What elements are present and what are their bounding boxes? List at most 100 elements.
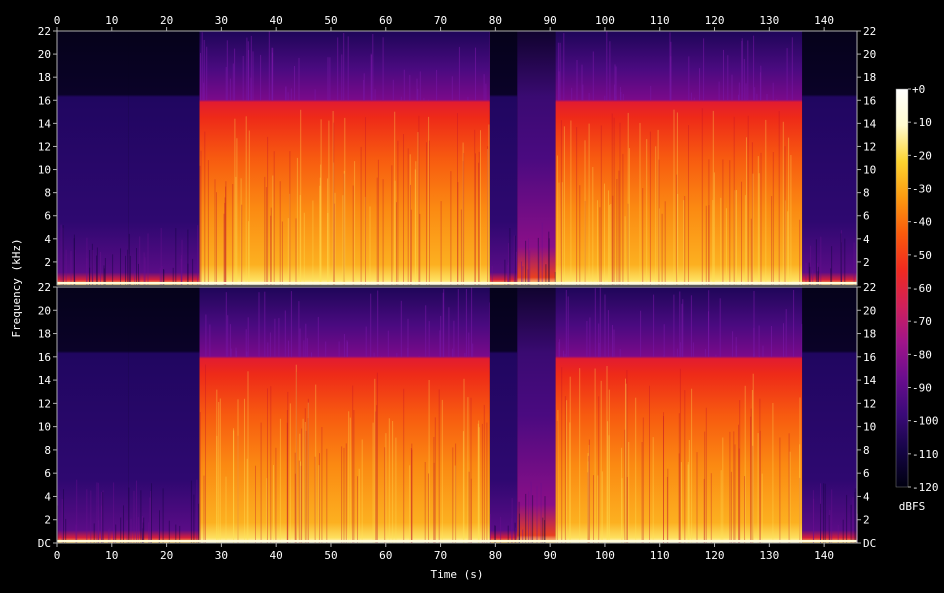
texture-streak (701, 108, 703, 285)
texture-streak (326, 448, 328, 543)
hf-streak (738, 82, 740, 101)
texture-streak (599, 207, 601, 285)
x-tick-label-bottom: 130 (759, 549, 779, 562)
texture-streak (348, 411, 350, 543)
hf-streak (640, 310, 642, 357)
texture-streak (264, 176, 266, 285)
texture-streak (225, 181, 227, 285)
colorbar-tick-label: +0 (912, 83, 925, 96)
texture-streak (516, 251, 517, 285)
hf-streak (693, 97, 695, 101)
texture-streak (342, 195, 344, 285)
hf-streak (325, 341, 327, 357)
hf-streak (314, 89, 316, 101)
texture-streak (683, 200, 685, 285)
texture-streak (298, 460, 300, 543)
texture-streak (287, 391, 289, 543)
texture-streak (233, 428, 234, 543)
hf-streak (370, 53, 372, 101)
hf-streak (451, 76, 453, 101)
texture-streak (790, 155, 792, 285)
hf-streak (294, 66, 295, 101)
hf-streak (589, 317, 591, 357)
x-tick-label-bottom: 20 (160, 549, 173, 562)
texture-streak (376, 177, 378, 285)
texture-streak (544, 496, 546, 543)
x-tick-label-bottom: 70 (434, 549, 447, 562)
texture-streak (175, 228, 177, 285)
y-tick-label-right: 6 (863, 467, 870, 480)
hf-streak (341, 54, 343, 101)
texture-streak (765, 119, 767, 286)
hf-streak (440, 315, 442, 357)
texture-streak (147, 233, 149, 285)
texture-streak (260, 422, 262, 543)
hf-streak (250, 35, 252, 101)
texture-streak (216, 192, 217, 285)
y-tick-label-left: 16 (38, 94, 51, 107)
colorbar-label: dBFS (899, 500, 926, 513)
texture-streak (663, 412, 664, 543)
texture-streak (820, 236, 822, 285)
texture-streak (688, 440, 690, 543)
texture-streak (125, 255, 126, 285)
texture-streak (570, 120, 572, 285)
hf-streak (607, 310, 609, 357)
hf-streak (567, 296, 569, 357)
texture-streak (852, 497, 854, 543)
texture-streak (646, 139, 648, 285)
hf-streak (206, 46, 208, 101)
hf-streak (592, 51, 594, 101)
texture-streak (295, 364, 297, 543)
hf-streak (753, 35, 755, 101)
texture-streak (143, 252, 145, 285)
texture-streak (750, 408, 752, 543)
texture-streak (548, 238, 550, 285)
texture-streak (733, 116, 735, 285)
hf-streak (758, 325, 760, 357)
texture-streak (710, 473, 712, 543)
hf-streak (267, 342, 269, 357)
texture-streak (610, 204, 612, 285)
texture-streak (314, 456, 316, 543)
texture-streak (244, 398, 245, 543)
colorbar-tick-label: -120 (912, 481, 939, 494)
texture-streak (384, 447, 386, 543)
x-axis-label: Time (s) (431, 568, 484, 581)
texture-streak (758, 173, 760, 285)
y-tick-label-left: 22 (38, 281, 51, 294)
texture-streak (89, 250, 91, 285)
hf-streak (428, 321, 430, 357)
texture-streak (649, 131, 651, 285)
y-tick-label-right: 8 (863, 187, 870, 200)
texture-streak (248, 130, 250, 285)
hf-streak (288, 340, 289, 357)
texture-streak (684, 390, 686, 543)
texture-streak (760, 152, 762, 285)
texture-streak (604, 183, 605, 285)
y-tick-label-right: 18 (863, 328, 876, 341)
hf-streak (392, 79, 394, 101)
hf-streak (679, 342, 681, 357)
texture-streak (846, 494, 848, 543)
hf-streak (377, 290, 379, 357)
texture-streak (86, 489, 88, 543)
texture-streak (601, 471, 603, 543)
hf-streak (690, 295, 692, 357)
texture-streak (624, 216, 626, 285)
texture-streak (452, 447, 454, 543)
texture-streak (597, 475, 599, 543)
hf-streak (448, 307, 450, 357)
hf-streak (467, 96, 469, 101)
texture-streak (460, 209, 462, 285)
texture-streak (65, 249, 67, 285)
texture-streak (691, 388, 693, 543)
hf-streak (396, 353, 398, 357)
texture-streak (236, 138, 238, 285)
y-tick-label-right: 14 (863, 117, 877, 130)
hf-streak (483, 74, 485, 101)
texture-streak (736, 190, 737, 285)
texture-streak (725, 208, 727, 285)
texture-streak (376, 405, 378, 543)
texture-streak (649, 385, 650, 543)
